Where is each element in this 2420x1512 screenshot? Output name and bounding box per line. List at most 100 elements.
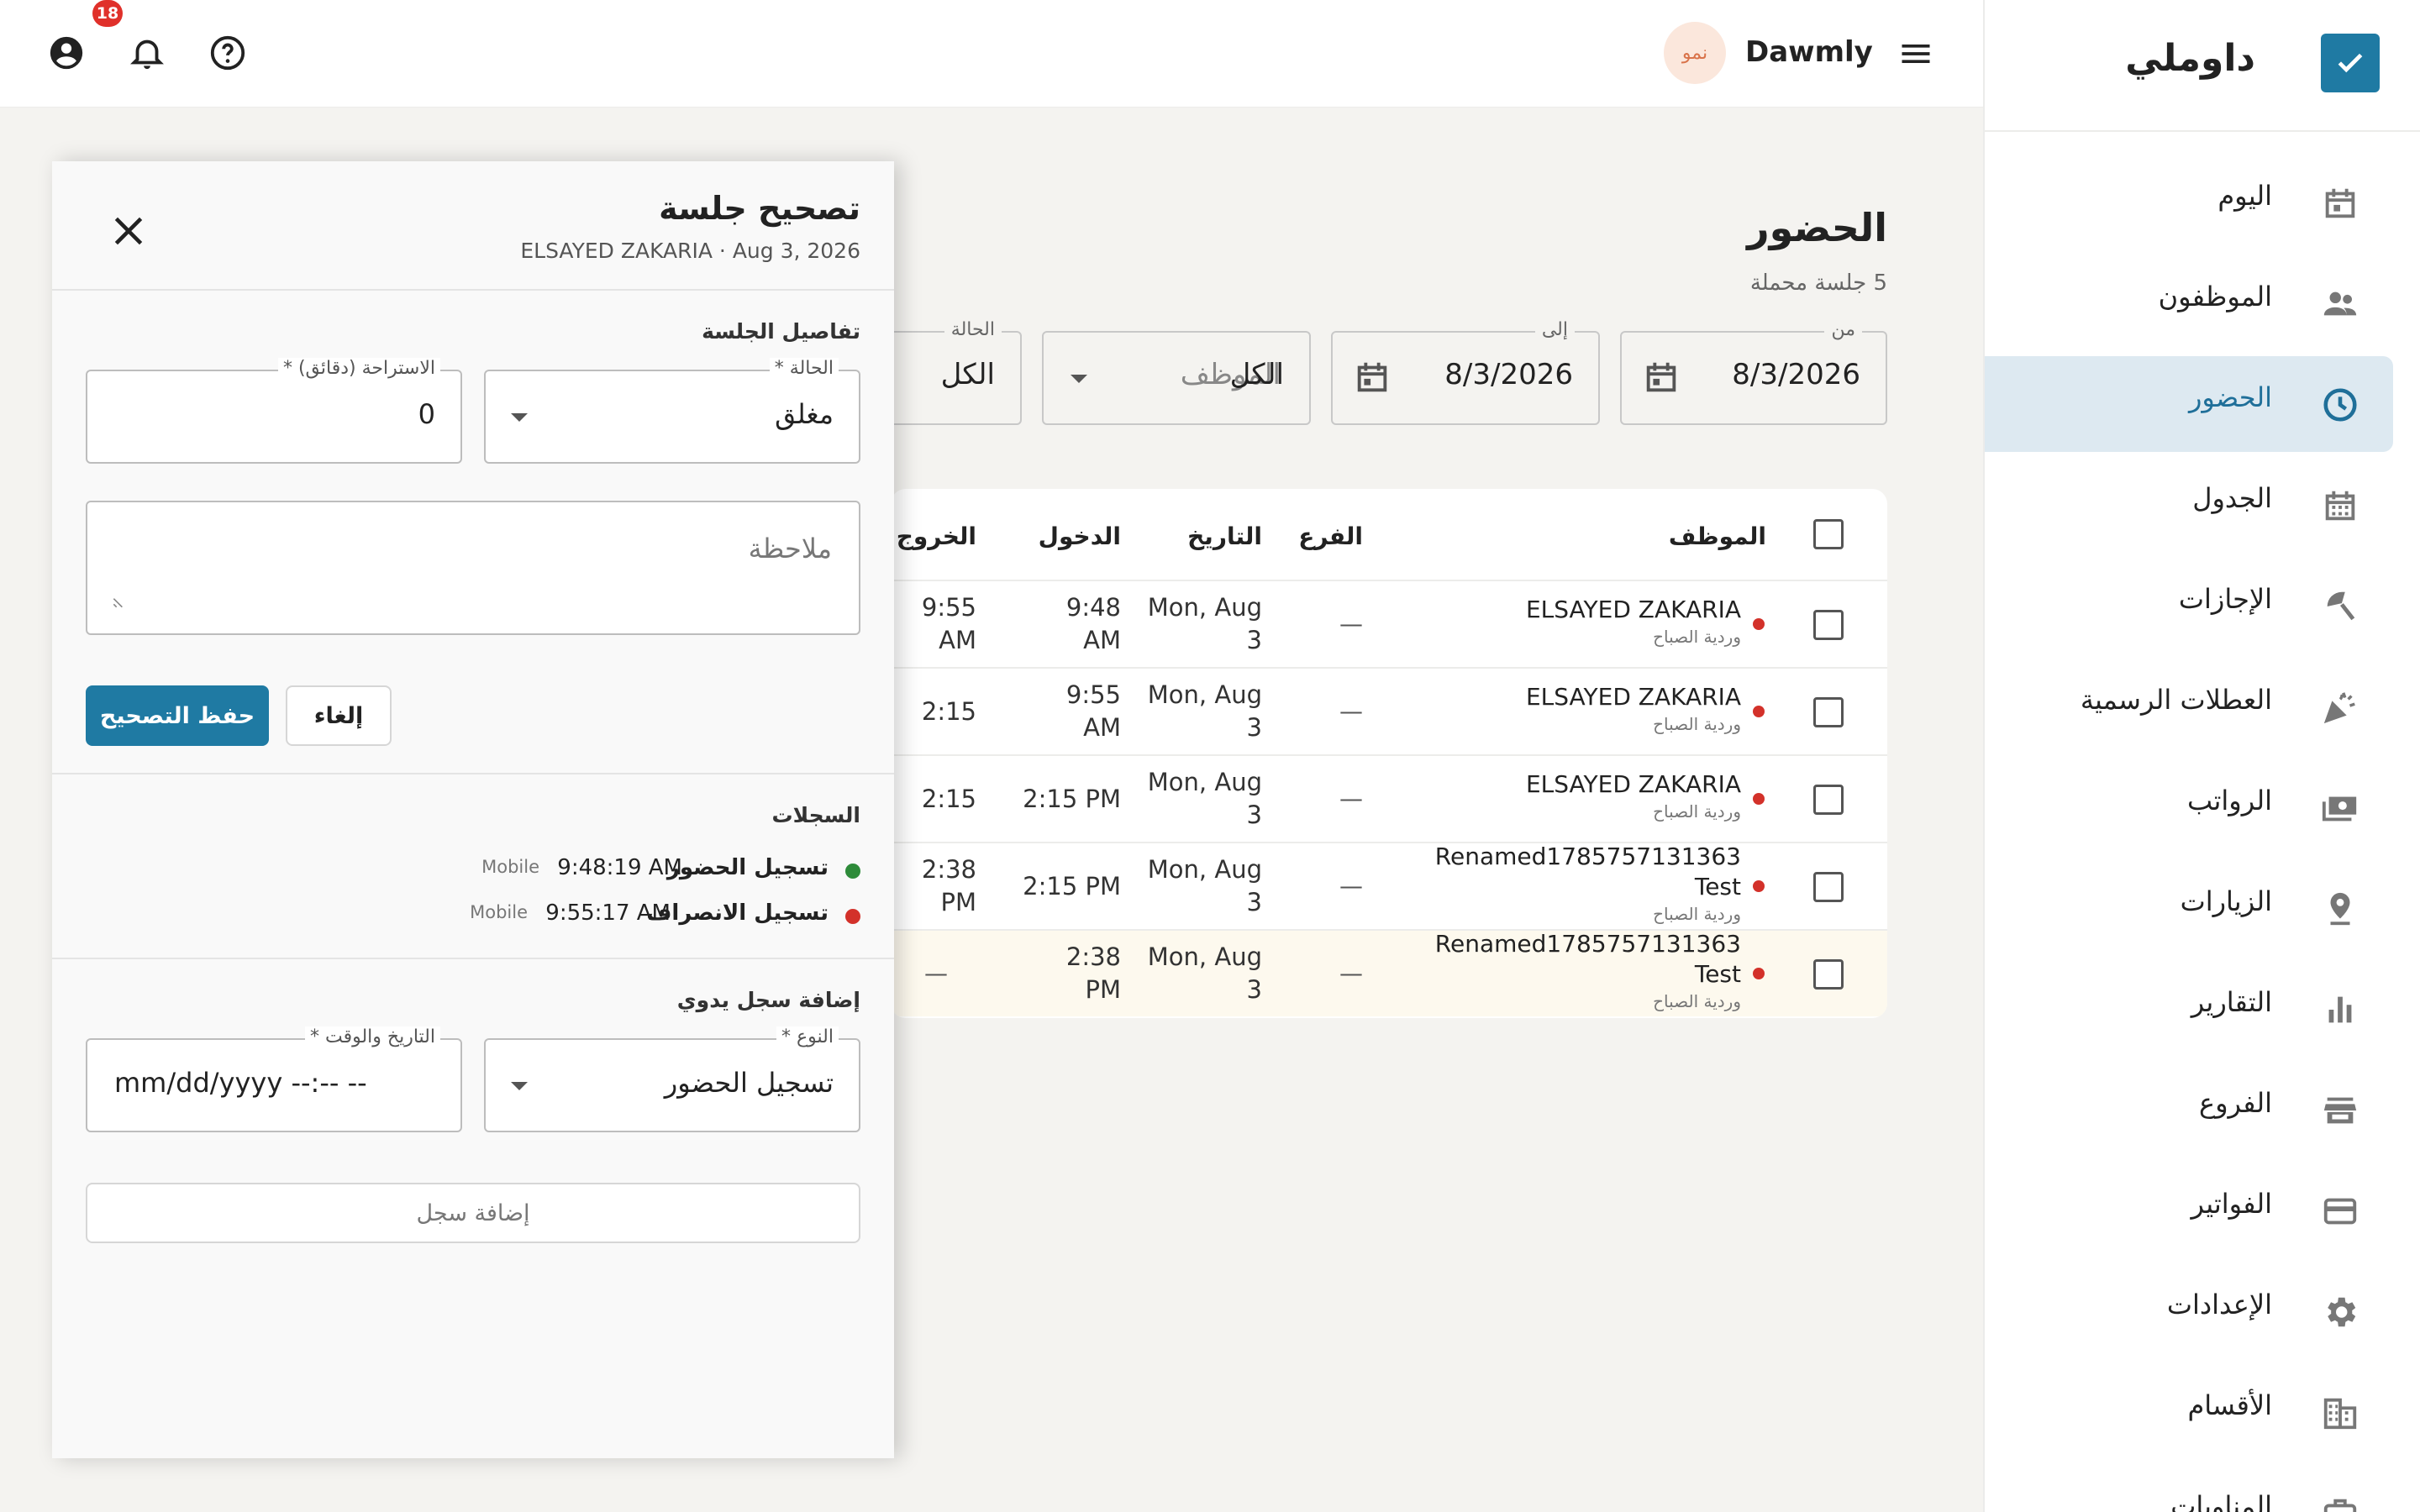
header-out: الخروج (896, 522, 976, 550)
sidebar-item-holidays[interactable]: العطلات الرسمية (1985, 659, 2393, 754)
entry-type-select[interactable]: النوع * تسجيل الحضور (484, 1026, 860, 1132)
add-entry-button[interactable]: إضافة سجل (86, 1183, 860, 1243)
sidebar-item-payroll[interactable]: الرواتب (1985, 759, 2393, 855)
employee-shift: وردية الصباح (1653, 904, 1741, 924)
cancel-button[interactable]: إلغاء (286, 685, 392, 746)
sidebar-item-shifts[interactable]: المناوبات (1985, 1465, 2393, 1512)
save-correction-button[interactable]: حفظ التصحيح (86, 685, 269, 746)
date-cell: Mon, Aug 3 (1147, 680, 1262, 742)
panel-divider (52, 289, 894, 291)
from-date-label: من (1824, 319, 1862, 340)
header-date: التاريخ (1187, 522, 1262, 550)
date-cell: Mon, Aug 3 (1147, 942, 1262, 1004)
branch-cell: — (1339, 610, 1363, 638)
sidebar-item-visits[interactable]: الزيارات (1985, 860, 2393, 956)
sidebar-item-label: الإجازات (2178, 583, 2272, 615)
out-cell: 2:38 PM (921, 855, 976, 916)
briefcase-icon (2321, 1494, 2360, 1512)
attendance-table: الموظف الفرع التاريخ الدخول الخروج ELSAY… (891, 489, 1887, 1018)
break-minutes-input[interactable]: الاستراحة (دقائق) * 0 (86, 358, 462, 464)
employee-value: الكل (1229, 358, 1284, 391)
entry-type-label: النوع * (776, 1026, 839, 1047)
sidebar-item-departments[interactable]: الأقسام (1985, 1364, 2393, 1460)
menu-icon[interactable] (1897, 35, 1934, 72)
sidebar-item-today[interactable]: اليوم (1985, 155, 2393, 250)
sidebar-item-schedule[interactable]: الجدول (1985, 457, 2393, 553)
table-row[interactable]: ELSAYED ZAKARIA وردية الصباح — Mon, Aug … (891, 754, 1887, 842)
logs-heading: السجلات (771, 803, 860, 827)
app-name: Dawmly (1745, 35, 1873, 69)
table-row[interactable]: ELSAYED ZAKARIA وردية الصباح — Mon, Aug … (891, 667, 1887, 754)
table-row[interactable]: ELSAYED ZAKARIA وردية الصباح — Mon, Aug … (891, 580, 1887, 667)
sidebar-item-label: الأقسام (2187, 1389, 2272, 1421)
out-cell: — (924, 959, 948, 987)
employee-shift: وردية الصباح (1653, 801, 1741, 822)
log-entry: تسجيل الانصراف 9:55:17 AM Mobile (86, 899, 860, 932)
branch-cell: — (1339, 785, 1363, 812)
status-filter-label: الحالة (944, 319, 1002, 340)
break-minutes-value: 0 (418, 398, 435, 430)
bell-icon[interactable] (128, 34, 166, 72)
log-source: Mobile (470, 902, 528, 922)
sidebar-item-branches[interactable]: الفروع (1985, 1062, 2393, 1158)
status-dot (1753, 968, 1765, 979)
sidebar-item-invoices[interactable]: الفواتير (1985, 1163, 2393, 1258)
bar-chart-icon (2321, 990, 2360, 1029)
log-entry: تسجيل الحضور 9:48:19 AM Mobile (86, 853, 860, 887)
sidebar-item-settings[interactable]: الإعدادات (1985, 1263, 2393, 1359)
session-status-select[interactable]: الحالة * مغلق (484, 358, 860, 464)
note-textarea[interactable]: ملاحظة (86, 501, 860, 635)
calendar-icon[interactable] (1642, 358, 1681, 396)
sidebar-item-attendance[interactable]: الحضور (1985, 356, 2393, 452)
datetime-input[interactable]: التاريخ والوقت * mm/dd/yyyy --:-- -- (86, 1026, 462, 1132)
branch-cell: — (1339, 959, 1363, 987)
select-all-checkbox[interactable] (1813, 519, 1844, 549)
status-dot (1753, 706, 1765, 717)
log-type: تسجيل الانصراف (646, 900, 829, 926)
out-cell: 2:15 (921, 697, 976, 726)
row-checkbox[interactable] (1813, 697, 1844, 727)
out-cell: 2:15 (921, 785, 976, 813)
header-branch: الفرع (1298, 522, 1363, 550)
entry-type-value: تسجيل الحضور (664, 1067, 834, 1099)
to-date-label: إلى (1534, 319, 1575, 340)
check-icon (2338, 53, 2363, 73)
resize-handle-icon[interactable] (111, 593, 128, 610)
panel-divider (52, 773, 894, 774)
table-row[interactable]: Renamed1785757131363 Test وردية الصباح —… (891, 929, 1887, 1016)
to-date-field[interactable]: إلى 8/3/2026 (1331, 319, 1600, 425)
sidebar-item-leaves[interactable]: الإجازات (1985, 558, 2393, 654)
sidebar-item-employees[interactable]: الموظفون (1985, 255, 2393, 351)
calendar-today-icon (2321, 184, 2360, 223)
close-icon[interactable] (108, 210, 150, 252)
status-dot (1753, 793, 1765, 805)
panel-divider (52, 958, 894, 959)
to-date-value: 8/3/2026 (1444, 358, 1573, 391)
row-checkbox[interactable] (1813, 785, 1844, 815)
from-date-field[interactable]: من 8/3/2026 (1620, 319, 1887, 425)
sidebar-item-label: الفروع (2198, 1087, 2272, 1119)
status-filter-select[interactable]: الحالة الكل (874, 319, 1022, 425)
account-icon[interactable] (47, 34, 86, 72)
header-in: الدخول (1038, 522, 1121, 550)
session-status-label: الحالة * (769, 358, 839, 379)
page-subtitle: 5 جلسة محملة (1749, 270, 1887, 296)
row-checkbox[interactable] (1813, 872, 1844, 902)
row-checkbox[interactable] (1813, 959, 1844, 990)
row-checkbox[interactable] (1813, 610, 1844, 640)
in-cell: 9:48 AM (1065, 593, 1121, 654)
table-row[interactable]: Renamed1785757131363 Test وردية الصباح —… (891, 842, 1887, 929)
calendar-icon[interactable] (1353, 358, 1392, 396)
avatar[interactable]: نمو (1664, 22, 1726, 84)
sidebar-item-label: الموظفون (2158, 281, 2272, 312)
header-employee: الموظف (1668, 522, 1766, 550)
log-time: 9:48:19 AM (557, 855, 682, 880)
sidebar-item-reports[interactable]: التقارير (1985, 961, 2393, 1057)
credit-card-icon (2321, 1192, 2360, 1231)
employee-select[interactable]: الموظف الكل (1042, 331, 1311, 425)
status-dot (1753, 880, 1765, 892)
employee-name: ELSAYED ZAKARIA (1525, 770, 1741, 798)
employee-shift: وردية الصباح (1653, 627, 1741, 647)
help-icon[interactable] (208, 34, 247, 72)
chevron-down-icon (511, 413, 528, 422)
